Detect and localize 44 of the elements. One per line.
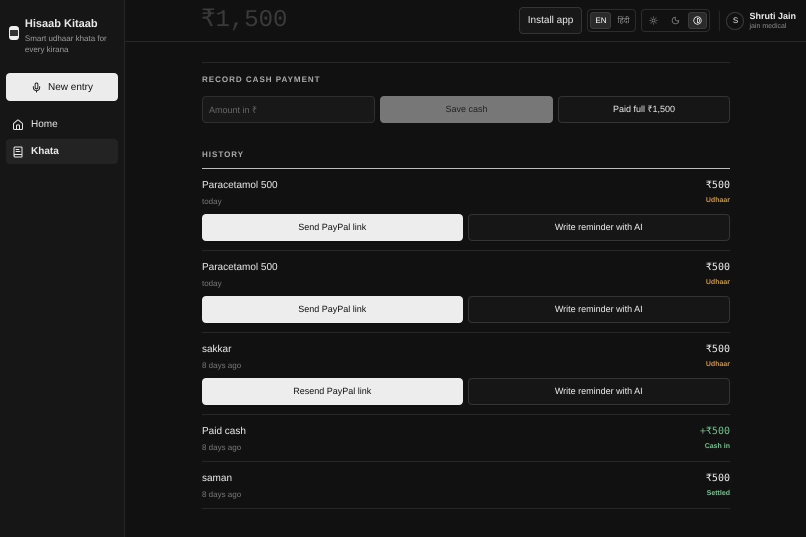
microphone-icon	[30, 82, 42, 92]
nav-item[interactable]: Home	[6, 112, 118, 137]
entry-time: 8 days ago	[202, 360, 242, 372]
entry-amount: ₹500	[706, 261, 730, 274]
paypal-link-button[interactable]: Send PayPal link	[202, 296, 462, 323]
home-icon	[12, 118, 24, 130]
moon-icon	[671, 16, 680, 25]
sun-icon	[649, 16, 658, 25]
ai-reminder-button[interactable]: Write reminder with AI	[468, 378, 730, 405]
user-name: Shruti Jain	[749, 10, 796, 22]
theme-option[interactable]	[688, 12, 708, 29]
app-name: Hisaab Kitaab	[24, 17, 99, 31]
entry-time: 8 days ago	[202, 489, 242, 501]
ai-reminder-button[interactable]: Write reminder with AI	[468, 296, 730, 323]
entry-name: Paracetamol 500	[202, 179, 278, 192]
entry-name: Paracetamol 500	[202, 261, 278, 274]
entry-time: today	[202, 196, 222, 208]
install-app-button[interactable]: Install app	[518, 7, 582, 34]
entry-time: today	[202, 278, 222, 290]
paypal-link-button[interactable]: Send PayPal link	[202, 214, 462, 241]
logo-icon	[9, 26, 19, 40]
user-avatar[interactable]: S	[726, 12, 744, 30]
entry-amount: ₹500	[706, 179, 730, 192]
entry-name: sakkar	[202, 343, 232, 356]
entry-amount: ₹500	[706, 343, 730, 356]
ai-reminder-button[interactable]: Write reminder with AI	[468, 214, 730, 241]
language-option[interactable]: EN	[590, 12, 612, 29]
amount-input-field[interactable]: Amount in ₹	[202, 96, 375, 123]
paypal-link-button[interactable]: Resend PayPal link	[202, 378, 462, 405]
entry-name: Paid cash	[202, 425, 246, 438]
new-entry-button[interactable]: New entry	[6, 73, 118, 101]
book-icon	[12, 146, 24, 158]
section-heading: RECORD CASH PAYMENT	[202, 74, 322, 86]
entry-name: saman	[202, 472, 232, 485]
save-cash-button[interactable]: Save cash	[380, 96, 553, 123]
nav-item[interactable]: Khata	[6, 139, 118, 164]
entry-amount: +₹500	[700, 425, 730, 438]
entry-amount: ₹500	[706, 472, 730, 485]
entry-time: 8 days ago	[202, 442, 242, 454]
language-option[interactable]: हिंदी	[613, 12, 634, 29]
contrast-icon	[693, 16, 702, 25]
app-tagline: Smart udhaar khata for every kirana	[24, 33, 108, 55]
paid-full-button[interactable]: Paid full ₹1,500	[558, 96, 730, 123]
section-heading: HISTORY	[202, 149, 730, 169]
